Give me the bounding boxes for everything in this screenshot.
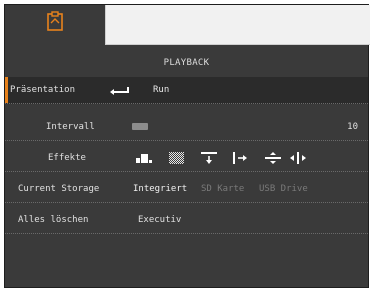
row-effects[interactable]: Effekte [5, 145, 368, 172]
interval-value: 10 [347, 122, 358, 132]
storage-label: Current Storage [18, 184, 100, 194]
empty-area [5, 242, 368, 289]
storage-option-sd-karte[interactable]: SD Karte [201, 184, 244, 194]
delete-all-value[interactable]: Executiv [138, 215, 181, 225]
presentation-label: Präsentation [10, 85, 76, 95]
delete-all-label: Alles löschen [18, 215, 89, 225]
dissolve-effect-icon[interactable] [168, 151, 186, 165]
effects-label: Effekte [48, 153, 86, 163]
split-vertical-icon[interactable] [264, 151, 282, 165]
storage-option-usb-drive[interactable]: USB Drive [259, 184, 308, 194]
clipboard-icon[interactable] [46, 11, 64, 31]
enter-icon [110, 87, 129, 95]
top-bar [5, 5, 370, 46]
menu-window: PLAYBACK Präsentation Run Intervall 10 E… [4, 4, 370, 289]
presentation-value[interactable]: Run [153, 85, 169, 95]
preview-area [105, 5, 370, 45]
block-effect-icon[interactable] [135, 151, 153, 165]
row-storage[interactable]: Current Storage Integriert SD Karte USB … [5, 176, 368, 203]
wipe-right-icon[interactable] [232, 151, 250, 165]
row-delete-all[interactable]: Alles löschen Executiv [5, 207, 368, 234]
split-horizontal-icon[interactable] [289, 151, 307, 165]
storage-option-integriert[interactable]: Integriert [133, 184, 187, 194]
row-interval[interactable]: Intervall 10 [5, 114, 368, 141]
page-title: PLAYBACK [163, 58, 210, 68]
interval-label: Intervall [46, 122, 95, 132]
wipe-down-icon[interactable] [200, 151, 218, 165]
row-presentation[interactable]: Präsentation Run [5, 77, 368, 104]
interval-slider-knob[interactable] [132, 123, 148, 130]
